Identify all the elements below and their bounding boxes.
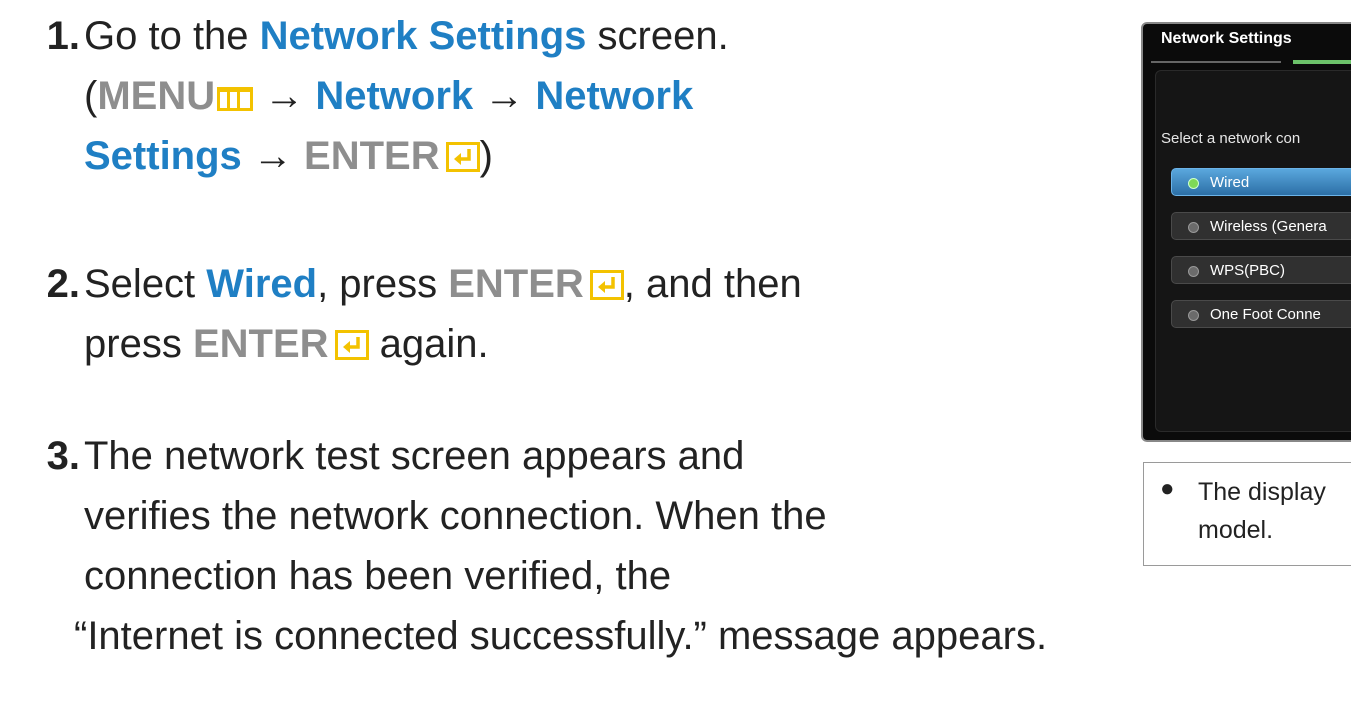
enter-key: ENTER [192,322,329,366]
tab-underline-active [1293,60,1351,64]
enter-key-icon [334,317,369,360]
note-line: model. [1198,516,1274,544]
option-one-foot-connection[interactable]: One Foot Conne [1171,300,1351,328]
step-text-press: press [84,322,193,366]
radio-dot-icon [1188,178,1199,189]
step-text-screen: screen. [586,14,729,58]
step-text-press: , press [317,262,449,306]
step-text-go-to: Go to the [84,14,260,58]
note-box: ● The display model. [1143,462,1351,566]
option-label: One Foot Conne [1210,306,1321,323]
menu-key: MENU [97,74,216,118]
note-line: The display [1198,478,1326,506]
paren-open: ( [84,74,98,118]
step-text-again: again. [368,322,489,366]
step-number: 3. [46,434,80,478]
paren-close: ) [479,134,493,178]
option-label: WPS(PBC) [1210,262,1285,279]
enter-key-icon [589,257,624,300]
tv-panel [1155,70,1351,432]
step-text: Select Wired, press ENTER , and then pres… [84,254,802,374]
note-text: The display model. [1198,473,1351,549]
radio-dot-icon [1188,222,1199,233]
step-number: 2. [46,262,80,306]
step-text: The network test screen appears and veri… [74,426,1047,666]
step-number: 1. [46,14,80,58]
enter-key: ENTER [448,262,584,306]
option-label: Wireless (Genera [1210,218,1327,235]
step-text-line: The network test screen appears and [84,434,745,478]
arrow: → [241,134,305,178]
arrow: → [253,74,316,118]
network-term: Network [535,74,694,118]
step-text-line: “Internet is connected successfully.” me… [74,614,1048,658]
network-connection-prompt: Select a network con [1161,130,1301,147]
tab-underline [1151,61,1281,63]
option-wired[interactable]: Wired [1171,168,1351,196]
option-label: Wired [1210,174,1250,191]
step-text: Go to the Network Settings screen. (MENU… [84,6,729,186]
step-text-line: verifies the network connection. When th… [84,494,827,538]
wired-term: Wired [206,262,318,306]
option-wireless[interactable]: Wireless (Genera [1171,212,1351,240]
step-text-and-then: , and then [623,262,802,306]
radio-dot-icon [1188,266,1199,277]
option-wps-pbc[interactable]: WPS(PBC) [1171,256,1351,284]
step-text-line: connection has been verified, the [84,554,672,598]
network-settings-term: Network Settings [259,14,587,58]
arrow: → [473,74,536,118]
enter-key-icon [445,129,480,172]
network-menu-term: Network [315,74,474,118]
settings-term: Settings [84,134,242,178]
network-settings-screen: Network Settings Select a network con Wi… [1141,22,1351,442]
enter-key: ENTER [304,134,440,178]
tv-screen-title: Network Settings [1161,30,1292,47]
bullet-icon: ● [1160,475,1175,502]
step-text-select: Select [84,262,207,306]
menu-button-icon [217,87,254,111]
radio-dot-icon [1188,310,1199,321]
